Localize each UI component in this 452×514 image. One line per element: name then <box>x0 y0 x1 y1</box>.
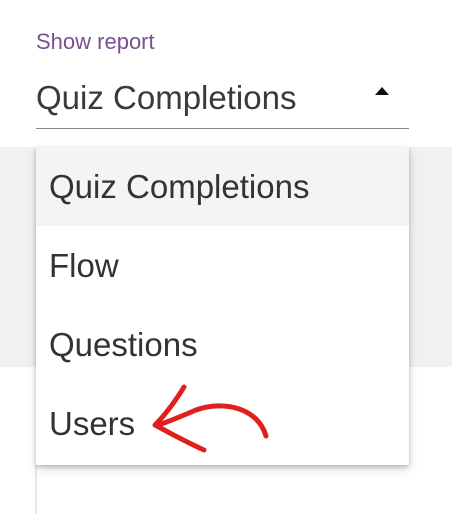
menu-item-flow[interactable]: Flow <box>36 226 409 305</box>
menu-item-users[interactable]: Users <box>36 384 409 463</box>
report-select[interactable]: Quiz Completions <box>36 72 409 129</box>
show-report-label: Show report <box>36 29 155 54</box>
background-divider <box>35 465 37 514</box>
report-dropdown-menu: Quiz Completions Flow Questions Users <box>36 147 409 465</box>
menu-item-quiz-completions[interactable]: Quiz Completions <box>36 147 409 226</box>
menu-item-questions[interactable]: Questions <box>36 305 409 384</box>
report-select-value: Quiz Completions <box>36 79 297 116</box>
triangle-up-icon[interactable] <box>375 87 389 95</box>
